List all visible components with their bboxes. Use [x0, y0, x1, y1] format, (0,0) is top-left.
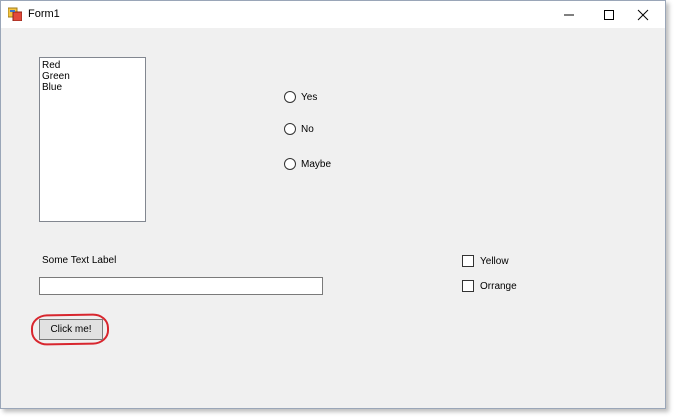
- app-icon: [7, 7, 23, 22]
- title-bar[interactable]: Form1: [1, 1, 665, 28]
- radio-label: Maybe: [301, 158, 332, 170]
- checkbox-label: Yellow: [480, 255, 509, 267]
- list-item[interactable]: Red: [40, 60, 145, 71]
- close-icon: [637, 9, 649, 20]
- checkbox-yellow[interactable]: Yellow: [462, 254, 509, 268]
- checkbox-label: Orrange: [480, 280, 517, 292]
- radio-circle[interactable]: [284, 123, 296, 135]
- some-text-label: Some Text Label: [42, 255, 117, 266]
- radio-circle[interactable]: [284, 91, 296, 103]
- close-button[interactable]: [621, 1, 665, 28]
- radio-label: No: [301, 123, 314, 135]
- radio-circle[interactable]: [284, 158, 296, 170]
- checkbox-box[interactable]: [462, 255, 474, 267]
- radio-no[interactable]: No: [284, 122, 314, 136]
- color-listbox[interactable]: Red Green Blue: [39, 57, 146, 222]
- text-input[interactable]: [39, 277, 323, 295]
- radio-yes[interactable]: Yes: [284, 90, 317, 104]
- minimize-icon: [564, 14, 574, 15]
- checkbox-box[interactable]: [462, 280, 474, 292]
- radio-label: Yes: [301, 91, 318, 103]
- minimize-button[interactable]: [547, 1, 591, 28]
- radio-maybe[interactable]: Maybe: [284, 157, 331, 171]
- checkbox-orrange[interactable]: Orrange: [462, 279, 517, 293]
- window-title: Form1: [28, 8, 60, 20]
- list-item[interactable]: Blue: [40, 82, 145, 93]
- click-me-button[interactable]: Click me!: [39, 319, 103, 340]
- maximize-icon: [604, 9, 614, 20]
- form-window: Form1 Red Green Blue Yes No Maybe Some T…: [0, 0, 666, 409]
- list-item[interactable]: Green: [40, 71, 145, 82]
